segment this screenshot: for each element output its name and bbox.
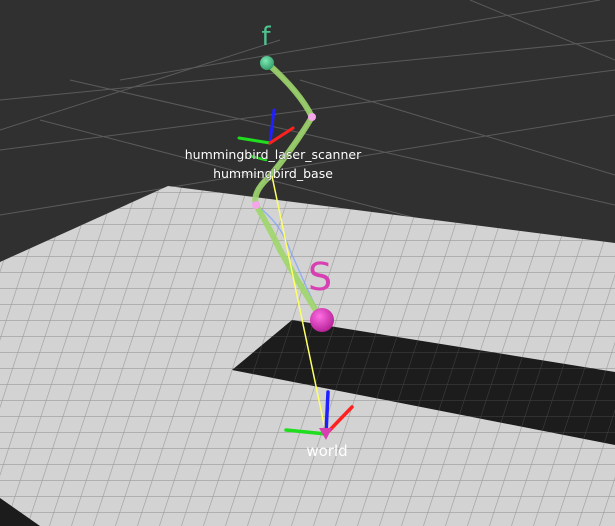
waypoint-node: [308, 113, 316, 121]
waypoint-node: [252, 201, 260, 209]
goal-marker[interactable]: [260, 56, 274, 70]
frame-label-world: world: [306, 442, 347, 460]
frame-label-base: hummingbird_base: [213, 166, 333, 181]
frame-label-laser-scanner: hummingbird_laser_scanner: [185, 147, 362, 162]
scene-canvas[interactable]: hummingbird_laser_scanner hummingbird_ba…: [0, 0, 615, 526]
rviz-3d-viewport[interactable]: hummingbird_laser_scanner hummingbird_ba…: [0, 0, 615, 526]
start-marker[interactable]: [310, 308, 334, 332]
start-marker-label: S: [308, 255, 332, 299]
goal-marker-label: f: [261, 22, 271, 52]
